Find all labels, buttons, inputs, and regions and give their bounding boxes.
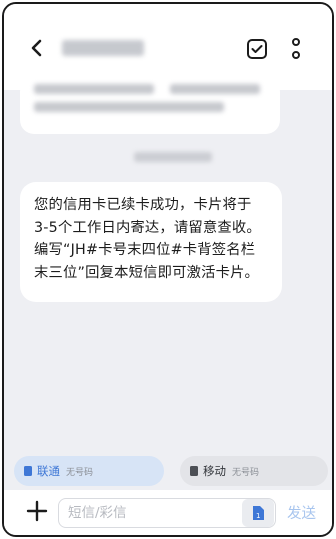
- select-check-icon[interactable]: [246, 38, 268, 60]
- sender-name-redacted: [62, 40, 144, 56]
- sim-option-mobile[interactable]: 移动 无号码: [180, 456, 328, 486]
- more-vertical-icon[interactable]: [288, 36, 304, 62]
- sim-card-icon: 1: [253, 506, 264, 520]
- sim-selector: 联通 无号码 移动 无号码: [4, 452, 332, 490]
- message-bubble-redacted: [20, 78, 280, 134]
- sim-name: 移动: [203, 464, 226, 478]
- sim-option-unicom[interactable]: 联通 无号码: [14, 456, 164, 486]
- timestamp-redacted: [134, 152, 212, 162]
- sim-switch-button[interactable]: 1: [242, 499, 274, 527]
- sim-status: 无号码: [232, 467, 260, 478]
- message-list[interactable]: 您的信用卡已续卡成功，卡片将于 3-5个工作日内寄达，请留意查收。 编写“JH#…: [4, 78, 332, 452]
- plus-icon[interactable]: [26, 500, 48, 522]
- sim-card-icon: [24, 466, 32, 476]
- svg-text:1: 1: [256, 512, 260, 520]
- phone-frame: 您的信用卡已续卡成功，卡片将于 3-5个工作日内寄达，请留意查收。 编写“JH#…: [2, 2, 334, 537]
- compose-bar: 短信/彩信 1 发送: [4, 490, 332, 535]
- send-button[interactable]: 发送: [287, 502, 316, 523]
- message-text: 您的信用卡已续卡成功，卡片将于 3-5个工作日内寄达，请留意查收。 编写“JH#…: [34, 197, 261, 281]
- sim-name: 联通: [37, 464, 60, 478]
- message-bubble[interactable]: 您的信用卡已续卡成功，卡片将于 3-5个工作日内寄达，请留意查收。 编写“JH#…: [20, 182, 282, 302]
- back-arrow-icon[interactable]: [26, 37, 48, 59]
- sim-status: 无号码: [66, 467, 94, 478]
- sim-card-icon: [190, 466, 198, 476]
